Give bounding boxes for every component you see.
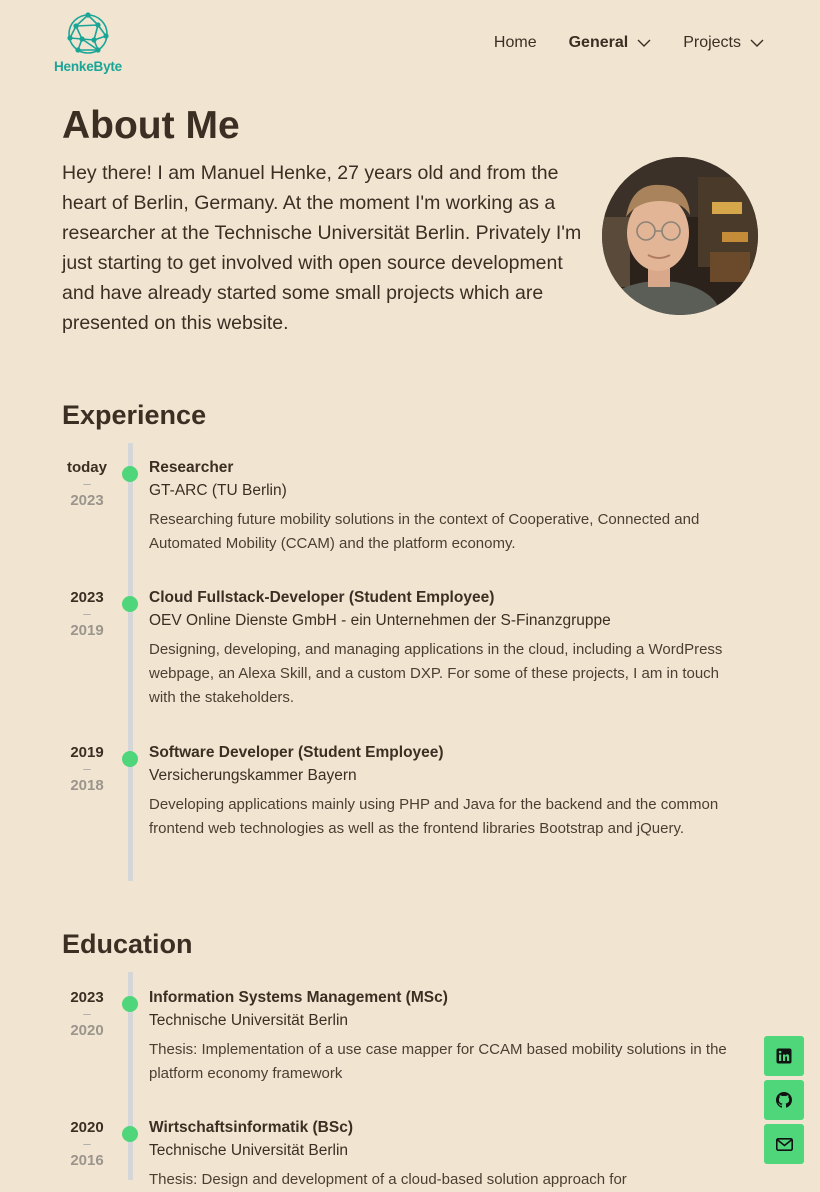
year-start: 2020 <box>70 1022 104 1039</box>
github-icon <box>776 1092 792 1108</box>
experience-timeline <box>128 443 133 881</box>
year-end: 2020 <box>70 1119 104 1136</box>
nav-projects-label: Projects <box>683 34 741 51</box>
profile-photo <box>602 157 758 315</box>
nav-home-label: Home <box>493 34 537 51</box>
entry-role: Researcher <box>149 459 234 476</box>
entry-org: GT-ARC (TU Berlin) <box>149 482 287 499</box>
entry-description: Thesis: Design and development of a clou… <box>149 1171 627 1188</box>
year-start: 2018 <box>70 777 104 794</box>
linkedin-icon <box>776 1048 792 1064</box>
site-logo[interactable]: HenkeByte <box>52 12 124 76</box>
network-globe-icon <box>67 12 109 54</box>
site-header: HenkeByte Home General Projects <box>0 0 820 90</box>
brand-name: HenkeByte <box>54 59 122 74</box>
year-separator: – <box>83 761 91 776</box>
entry-years: today – 2023 <box>62 459 112 509</box>
year-end: today <box>66 459 107 476</box>
year-start: 2019 <box>70 622 104 639</box>
email-button[interactable] <box>764 1124 804 1164</box>
mail-icon <box>775 1137 793 1151</box>
entry-org: Versicherungskammer Bayern <box>149 767 357 784</box>
timeline-dot <box>122 751 138 767</box>
entry-role: Information Systems Management (MSc) <box>149 989 448 1006</box>
entry-years: 2020 – 2016 <box>62 1119 112 1169</box>
experience-title: Experience <box>62 400 207 430</box>
nav-general[interactable]: General <box>569 34 652 52</box>
year-end: 2023 <box>70 589 104 606</box>
entry-org: Technische Universität Berlin <box>149 1142 349 1159</box>
about-text: Hey there! I am Manuel Henke, 27 years o… <box>62 162 582 334</box>
github-button[interactable] <box>764 1080 804 1120</box>
year-separator: – <box>83 1136 91 1151</box>
timeline-dot <box>122 596 138 612</box>
entry-org: Technische Universität Berlin <box>149 1012 349 1029</box>
year-separator: – <box>83 476 91 491</box>
entry-role: Cloud Fullstack-Developer (Student Emplo… <box>149 589 495 606</box>
timeline-dot <box>122 996 138 1012</box>
entry-org: OEV Online Dienste GmbH - ein Unternehme… <box>149 612 611 629</box>
year-start: 2023 <box>70 492 104 509</box>
year-separator: – <box>83 1006 91 1021</box>
entry-years: 2023 – 2019 <box>62 589 112 639</box>
timeline-dot <box>122 466 138 482</box>
year-end: 2019 <box>70 744 104 761</box>
chevron-down-icon <box>637 39 651 47</box>
nav-general-label: General <box>568 34 629 51</box>
nav-projects[interactable]: Projects <box>683 34 764 52</box>
entry-description: Developing applications mainly using PHP… <box>149 796 719 837</box>
linkedin-button[interactable] <box>764 1036 804 1076</box>
main-nav: Home General Projects <box>462 34 764 52</box>
entry-description: Researching future mobility solutions in… <box>149 511 700 552</box>
entry-role: Wirtschaftsinformatik (BSc) <box>149 1119 353 1136</box>
entry-description: Thesis: Implementation of a use case map… <box>149 1041 727 1082</box>
year-end: 2023 <box>70 989 104 1006</box>
year-separator: – <box>83 606 91 621</box>
year-start: 2016 <box>70 1152 104 1169</box>
entry-description: Designing, developing, and managing appl… <box>149 641 723 706</box>
entry-role: Software Developer (Student Employee) <box>149 744 444 761</box>
entry-years: 2023 – 2020 <box>62 989 112 1039</box>
nav-home[interactable]: Home <box>494 34 537 52</box>
about-title: About Me <box>62 104 240 147</box>
timeline-dot <box>122 1126 138 1142</box>
chevron-down-icon <box>750 39 764 47</box>
entry-years: 2019 – 2018 <box>62 744 112 794</box>
education-title: Education <box>62 929 193 959</box>
